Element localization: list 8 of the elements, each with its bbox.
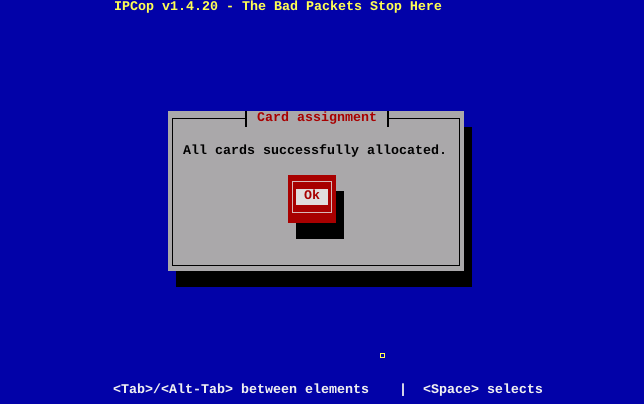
- dialog-message: All cards successfully allocated.: [183, 144, 448, 160]
- cursor-icon: [380, 353, 385, 358]
- ok-button[interactable]: Ok: [288, 175, 336, 223]
- status-hint: <Space> selects: [422, 383, 543, 399]
- status-hint: |: [398, 383, 407, 399]
- status-hint: <Tab>/<Alt-Tab> between elements: [113, 383, 369, 399]
- dialog-title: Card assignment: [245, 111, 389, 127]
- screen-title: IPCop v1.4.20 - The Bad Packets Stop Here: [114, 0, 442, 16]
